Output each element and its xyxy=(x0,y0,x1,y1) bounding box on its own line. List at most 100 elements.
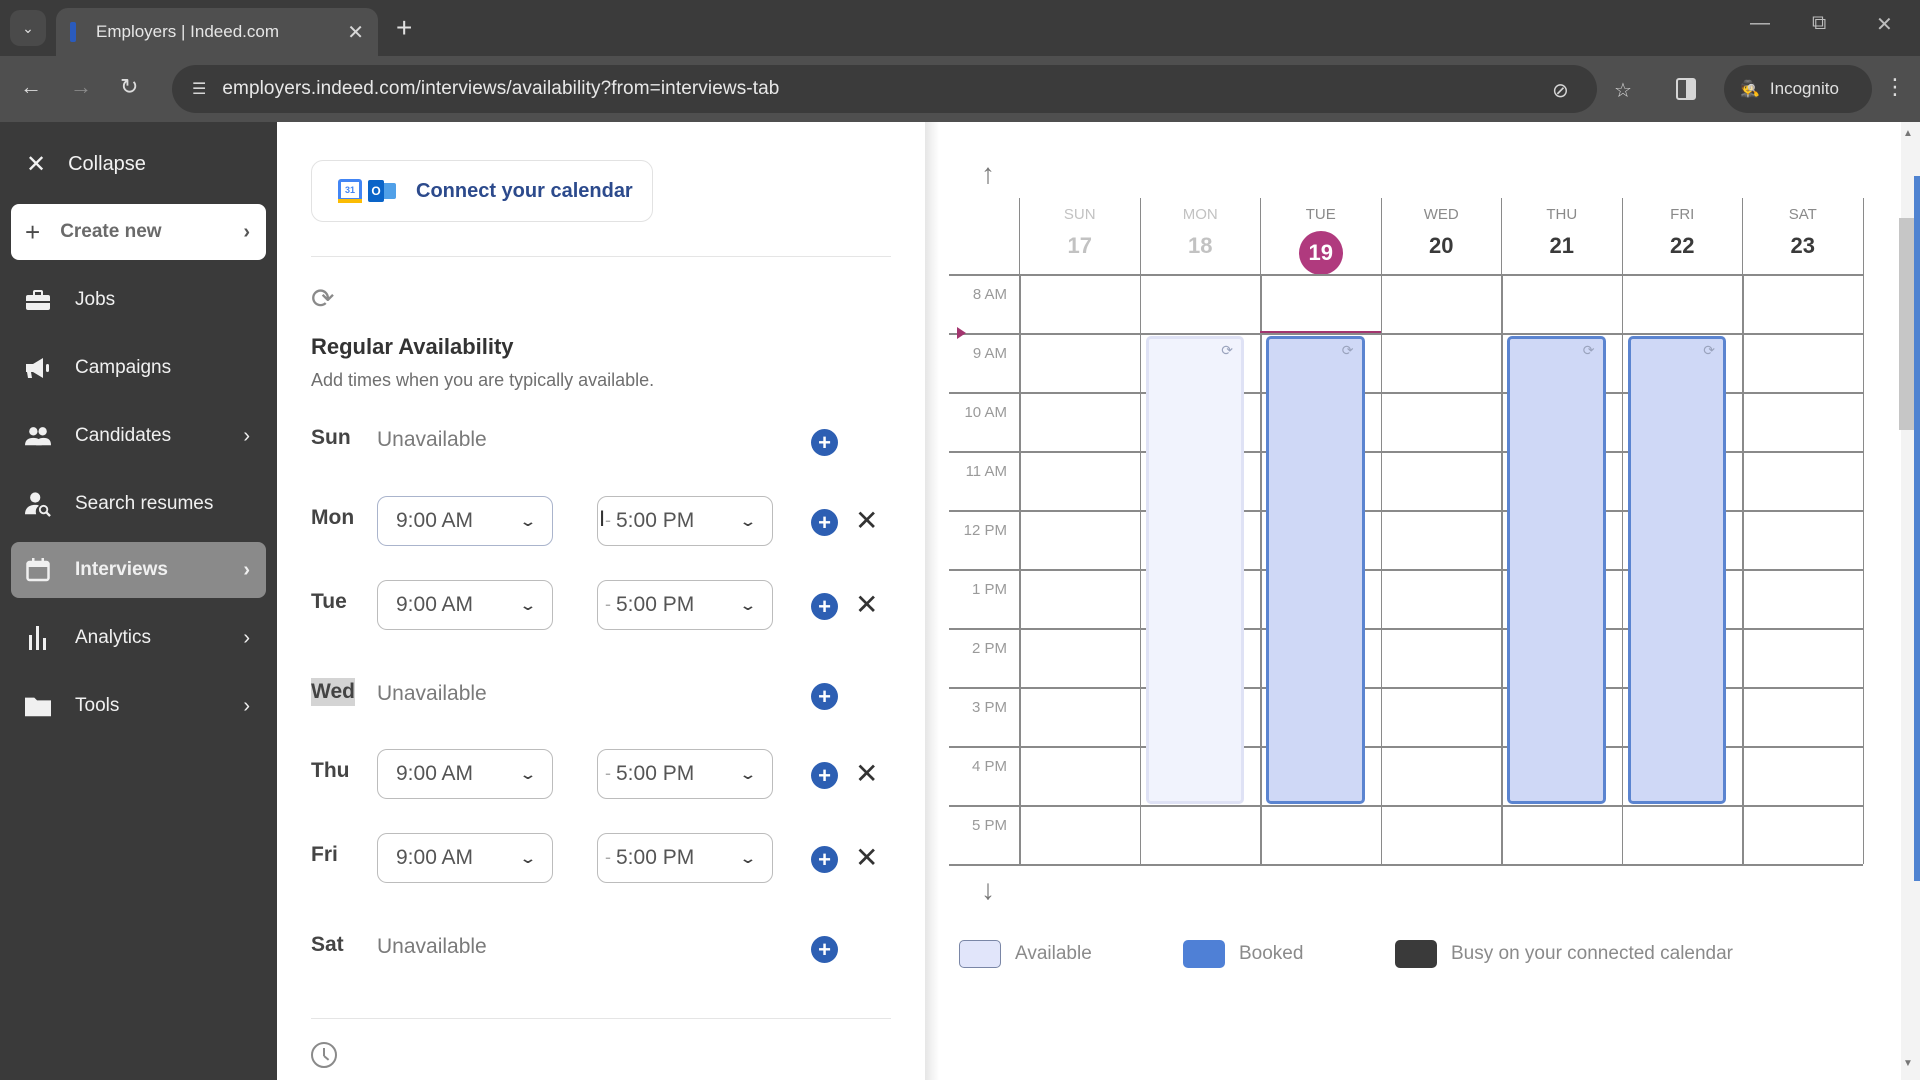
current-time-marker xyxy=(957,327,966,339)
start-time-select[interactable]: 9:00 AM ⌄ xyxy=(377,496,553,546)
scroll-up-icon[interactable]: ▲ xyxy=(1903,128,1913,139)
scrollbar-thumb[interactable] xyxy=(1899,218,1914,430)
sidebar-item-analytics[interactable]: Analytics › xyxy=(11,610,266,666)
url-text[interactable]: employers.indeed.com/interviews/availabi… xyxy=(222,78,779,100)
day-header[interactable]: THU 21 xyxy=(1501,198,1622,274)
start-time-select[interactable]: 9:00 AM ⌄ xyxy=(377,749,553,799)
folder-icon xyxy=(25,695,51,717)
slot-booked[interactable]: ⟳ xyxy=(1627,336,1726,804)
restore-icon[interactable]: ⧉ xyxy=(1812,12,1826,35)
day-row-sun: Sun Unavailable + xyxy=(311,416,911,468)
section-subtitle: Add times when you are typically availab… xyxy=(311,370,655,390)
add-time-button[interactable]: + xyxy=(811,593,838,620)
back-icon[interactable]: ← xyxy=(20,74,42,100)
collapse-button[interactable]: ✕ Collapse xyxy=(26,150,146,179)
sidebar-item-jobs[interactable]: Jobs xyxy=(11,272,266,328)
add-time-button[interactable]: + xyxy=(811,683,838,710)
side-panel-icon[interactable] xyxy=(1676,78,1696,100)
address-bar[interactable]: ☰ employers.indeed.com/interviews/availa… xyxy=(172,65,1632,113)
add-time-button[interactable]: + xyxy=(811,936,838,963)
slot-booked[interactable]: ⟳ xyxy=(1266,336,1365,804)
start-time-value: 9:00 AM xyxy=(396,509,474,532)
chevron-down-icon: ⌄ xyxy=(739,849,757,866)
end-time-select[interactable]: 5:00 PM ⌄ xyxy=(597,580,773,630)
browser-tab[interactable]: Employers | Indeed.com ✕ xyxy=(56,8,378,56)
legend-label: Busy on your connected calendar xyxy=(1451,943,1734,964)
hour-label: 9 AM xyxy=(972,345,1007,362)
add-time-button[interactable]: + xyxy=(811,509,838,536)
add-time-button[interactable]: + xyxy=(811,846,838,873)
grid-line xyxy=(1260,274,1262,864)
sidebar-item-candidates[interactable]: Candidates › xyxy=(11,408,266,464)
sidebar-item-interviews[interactable]: Interviews › xyxy=(11,542,266,598)
menu-icon[interactable]: ⋮ xyxy=(1884,74,1906,100)
legend-available: Available xyxy=(959,940,1092,968)
sidebar-item-campaigns[interactable]: Campaigns xyxy=(11,340,266,396)
remove-time-icon[interactable]: ✕ xyxy=(855,757,878,791)
grid-line xyxy=(949,274,1863,276)
day-header[interactable]: MON 18 xyxy=(1139,198,1261,274)
day-date-wrap: 21 xyxy=(1502,233,1622,259)
tab-search-button[interactable]: ⌄ xyxy=(10,10,46,46)
slot-booked[interactable]: ⟳ xyxy=(1507,336,1606,804)
divider xyxy=(311,256,891,257)
tab-close-icon[interactable]: ✕ xyxy=(347,20,364,45)
hour-label: 1 PM xyxy=(971,581,1007,598)
chevron-down-icon: ⌄ xyxy=(739,596,757,613)
day-row-tue: Tue 9:00 AM ⌄ - 5:00 PM ⌄ + ✕ xyxy=(311,580,911,632)
hour-label: 2 PM xyxy=(971,640,1007,657)
scroll-down-icon[interactable]: ▼ xyxy=(1903,1058,1913,1069)
calendar-icon xyxy=(25,558,51,582)
end-time-value: 5:00 PM xyxy=(616,593,695,616)
day-header[interactable]: SUN 17 xyxy=(1019,198,1140,274)
day-header[interactable]: TUE 19 xyxy=(1260,198,1381,275)
remove-time-icon[interactable]: ✕ xyxy=(855,588,878,622)
day-header[interactable]: SAT 23 xyxy=(1742,198,1863,274)
start-time-select[interactable]: 9:00 AM ⌄ xyxy=(377,833,553,883)
connect-calendar-button[interactable]: O Connect your calendar xyxy=(311,160,653,222)
end-time-select[interactable]: 5:00 PM ⌄ xyxy=(597,496,773,546)
sidebar-item-search-resumes[interactable]: Search resumes xyxy=(11,476,266,532)
add-time-button[interactable]: + xyxy=(811,429,838,456)
scroll-up-arrow-icon[interactable]: ↑ xyxy=(981,158,995,190)
end-time-select[interactable]: 5:00 PM ⌄ xyxy=(597,749,773,799)
incognito-icon: 🕵 xyxy=(1740,81,1760,98)
person-search-icon xyxy=(25,491,51,517)
hour-label: 12 PM xyxy=(963,522,1007,539)
recurring-icon: ⟳ xyxy=(1341,342,1354,358)
start-time-value: 9:00 AM xyxy=(396,846,474,869)
day-date-wrap: 22 xyxy=(1623,233,1743,259)
add-time-button[interactable]: + xyxy=(811,762,838,789)
day-of-week: SUN xyxy=(1063,206,1096,223)
hour-label: 3 PM xyxy=(971,699,1007,716)
slot-available[interactable]: ⟳ xyxy=(1145,336,1244,804)
incognito-badge[interactable]: 🕵 Incognito xyxy=(1724,65,1872,113)
day-header[interactable]: FRI 22 xyxy=(1621,198,1743,274)
grid-line xyxy=(949,864,1863,866)
remove-time-icon[interactable]: ✕ xyxy=(855,504,878,538)
day-header[interactable]: WED 20 xyxy=(1380,198,1502,274)
star-icon[interactable]: ☆ xyxy=(1614,78,1632,103)
remove-time-icon[interactable]: ✕ xyxy=(855,841,878,875)
chevron-down-icon: ⌄ xyxy=(519,596,537,613)
favicon-icon xyxy=(70,22,76,42)
reload-icon[interactable]: ↻ xyxy=(120,74,138,100)
day-of-week: WED xyxy=(1423,206,1459,223)
new-tab-button[interactable]: + xyxy=(396,12,412,44)
start-time-value: 9:00 AM xyxy=(396,762,474,785)
recurring-icon: ⟳ xyxy=(1582,342,1595,358)
eye-off-icon[interactable]: ⊘ xyxy=(1552,78,1569,103)
site-info-icon[interactable]: ☰ xyxy=(192,79,206,99)
sidebar-item-tools[interactable]: Tools › xyxy=(11,678,266,734)
grid-line xyxy=(1862,198,1864,864)
end-time-select[interactable]: 5:00 PM ⌄ xyxy=(597,833,773,883)
create-new-button[interactable]: + Create new › xyxy=(11,204,266,260)
window-close-icon[interactable]: ✕ xyxy=(1876,12,1893,37)
start-time-select[interactable]: 9:00 AM ⌄ xyxy=(377,580,553,630)
calendar-panel: ↑ SUN 17 MON 18 TUE 19 WED 20 THU 21 FRI 22 SAT 23 8 A… xyxy=(925,122,1901,1080)
minimize-icon[interactable]: — xyxy=(1750,12,1770,35)
forward-icon[interactable]: → xyxy=(70,74,92,100)
day-date: 22 xyxy=(1670,233,1695,258)
scroll-down-arrow-icon[interactable]: ↓ xyxy=(981,874,995,906)
sidebar-item-label: Candidates xyxy=(75,425,172,446)
